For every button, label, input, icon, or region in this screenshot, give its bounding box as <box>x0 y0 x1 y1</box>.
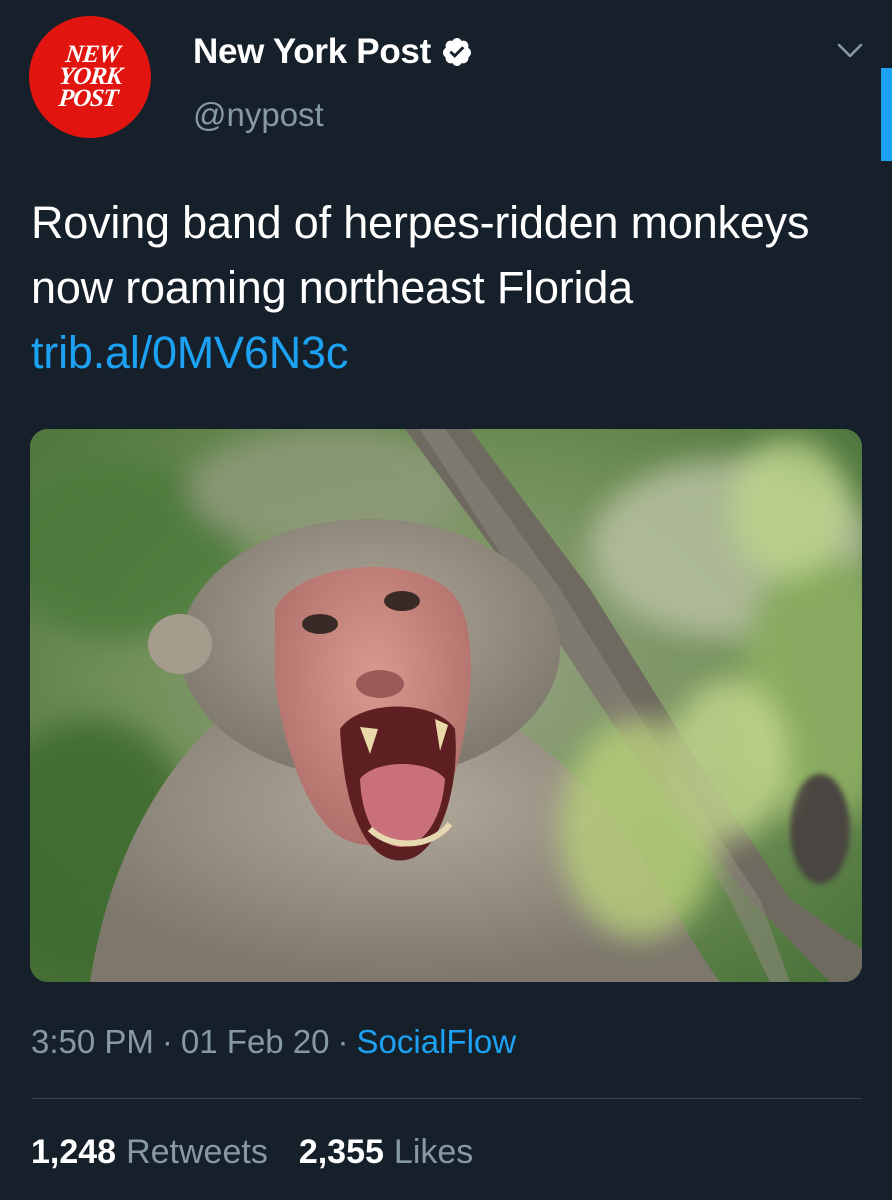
scrollbar-thumb[interactable] <box>881 68 892 161</box>
tweet-media-photo[interactable] <box>30 429 862 982</box>
meta-separator: · <box>161 1023 173 1060</box>
tweet-source-link[interactable]: SocialFlow <box>357 1023 517 1060</box>
verified-badge-icon <box>442 38 471 66</box>
tweet-text-body: Roving band of herpes-ridden monkeys now… <box>31 197 810 313</box>
tweet-date[interactable]: 01 Feb 20 <box>181 1023 330 1060</box>
meta-separator: · <box>337 1023 349 1060</box>
likes-count: 2,355 <box>298 1133 384 1171</box>
new-york-post-logo: NEW YORK POST <box>57 41 123 112</box>
retweets-count: 1,248 <box>31 1133 117 1171</box>
chevron-down-icon[interactable] <box>834 38 866 62</box>
tweet-stats: 1,248 Retweets 2,355 Likes <box>31 1133 504 1172</box>
tweet-time[interactable]: 3:50 PM <box>31 1023 154 1060</box>
tweet: NEW YORK POST New York Post @nypost Rovi… <box>0 0 892 1200</box>
tweet-link[interactable]: trib.al/0MV6N3c <box>31 327 348 378</box>
author-handle[interactable]: @nypost <box>193 96 324 134</box>
divider <box>31 1098 862 1099</box>
retweets-label: Retweets <box>126 1133 268 1171</box>
avatar[interactable]: NEW YORK POST <box>29 16 151 138</box>
author-name-group[interactable]: New York Post <box>193 32 473 72</box>
tweet-text: Roving band of herpes-ridden monkeys now… <box>31 190 861 385</box>
display-name[interactable]: New York Post <box>193 32 431 72</box>
retweets-stat[interactable]: 1,248 Retweets <box>31 1133 268 1172</box>
tweet-meta: 3:50 PM · 01 Feb 20 · SocialFlow <box>31 1023 516 1061</box>
likes-label: Likes <box>393 1133 474 1171</box>
monkey-photo <box>30 429 862 982</box>
likes-stat[interactable]: 2,355 Likes <box>299 1133 473 1172</box>
